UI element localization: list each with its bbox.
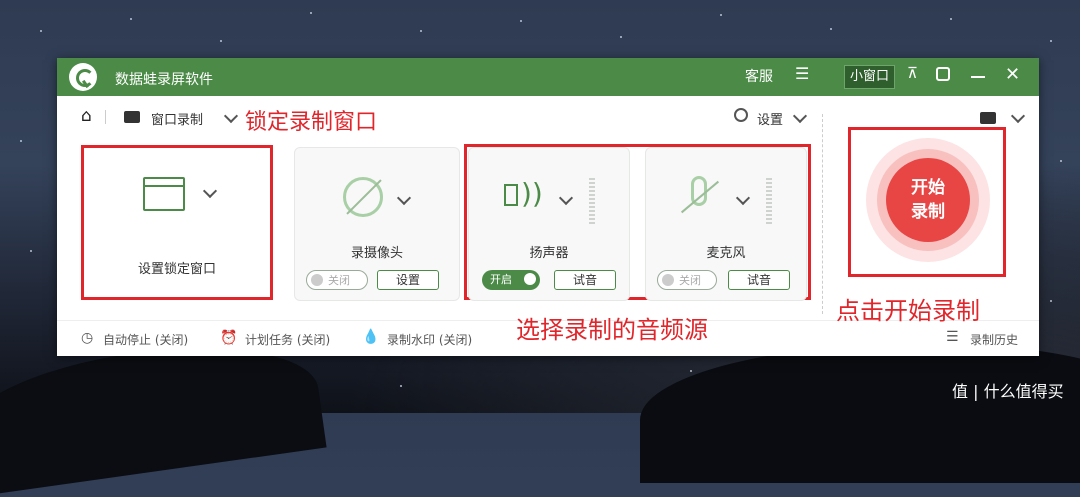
camera-label: 录摄像头 <box>350 246 403 261</box>
app-logo-icon <box>69 63 97 91</box>
camera-icon[interactable] <box>980 112 996 124</box>
watermark-button[interactable]: 录制水印 (关闭) <box>387 331 472 348</box>
auto-stop-button[interactable]: 自动停止 (关闭) <box>103 331 188 348</box>
annotation-select-audio: 选择录制的音频源 <box>516 316 708 344</box>
mic-label: 麦克风 <box>706 246 746 261</box>
camera-disabled-icon <box>343 177 383 217</box>
clock-icon: ◷ <box>81 330 94 346</box>
mic-card: 麦克风 关闭 试音 <box>645 147 807 301</box>
customer-service-link[interactable]: 客服 <box>745 66 773 86</box>
window-frame-icon <box>143 177 185 211</box>
droplet-icon: 💧 <box>362 329 380 345</box>
chevron-down-icon[interactable] <box>202 183 218 199</box>
minimize-icon[interactable] <box>971 76 985 78</box>
lock-window-card[interactable]: 设置锁定窗口 <box>84 148 270 297</box>
annotation-click-start: 点击开始录制 <box>836 297 980 325</box>
camera-card: 录摄像头 关闭 设置 <box>294 147 460 301</box>
window-icon <box>124 111 140 123</box>
gear-icon[interactable] <box>734 108 748 122</box>
speaker-test-button[interactable]: 试音 <box>554 270 616 290</box>
settings-button[interactable]: 设置 <box>757 109 783 128</box>
camera-settings-button[interactable]: 设置 <box>377 270 439 290</box>
overlay-icon[interactable] <box>936 67 950 81</box>
menu-icon[interactable]: ☰ <box>795 64 809 83</box>
speaker-card: )) 扬声器 开启 试音 <box>468 147 630 301</box>
speaker-icon <box>504 184 518 206</box>
list-icon: ☰ <box>946 329 959 345</box>
site-watermark: 值 | 什么值得买 <box>952 382 1064 401</box>
chevron-down-icon[interactable] <box>792 108 808 124</box>
mic-test-button[interactable]: 试音 <box>728 270 790 290</box>
start-recording-button[interactable]: 开始 录制 <box>866 138 990 262</box>
chevron-down-icon[interactable] <box>223 108 239 124</box>
start-label-line1: 开始 <box>911 178 945 198</box>
divider <box>105 110 106 124</box>
mic-level-meter <box>766 178 772 226</box>
pin-icon[interactable]: ⊼ <box>907 64 918 82</box>
lock-window-label: 设置锁定窗口 <box>137 262 216 277</box>
app-title: 数据蛙录屏软件 <box>115 72 213 88</box>
speaker-label: 扬声器 <box>529 246 569 261</box>
title-bar: 数据蛙录屏软件 客服 ☰ 小窗口 ⊼ ✕ <box>57 58 1039 96</box>
home-icon[interactable]: ⌂ <box>81 106 92 126</box>
start-label-line2: 录制 <box>911 202 945 222</box>
speaker-toggle[interactable]: 开启 <box>482 270 540 290</box>
mini-window-button[interactable]: 小窗口 <box>844 65 896 89</box>
divider <box>822 114 823 314</box>
close-icon[interactable]: ✕ <box>1005 64 1020 85</box>
chevron-down-icon[interactable] <box>1010 108 1026 124</box>
speaker-level-meter <box>589 178 595 226</box>
mic-toggle[interactable]: 关闭 <box>657 270 717 290</box>
schedule-task-button[interactable]: 计划任务 (关闭) <box>245 331 330 348</box>
chevron-down-icon[interactable] <box>558 190 574 206</box>
camera-toggle[interactable]: 关闭 <box>306 270 368 290</box>
record-history-button[interactable]: 录制历史 <box>970 331 1018 348</box>
annotation-lock-window: 锁定录制窗口 <box>245 110 378 135</box>
record-mode-selector[interactable]: 窗口录制 <box>151 109 203 128</box>
chevron-down-icon[interactable] <box>396 190 412 206</box>
alarm-icon: ⏰ <box>220 330 238 346</box>
chevron-down-icon[interactable] <box>735 190 751 206</box>
